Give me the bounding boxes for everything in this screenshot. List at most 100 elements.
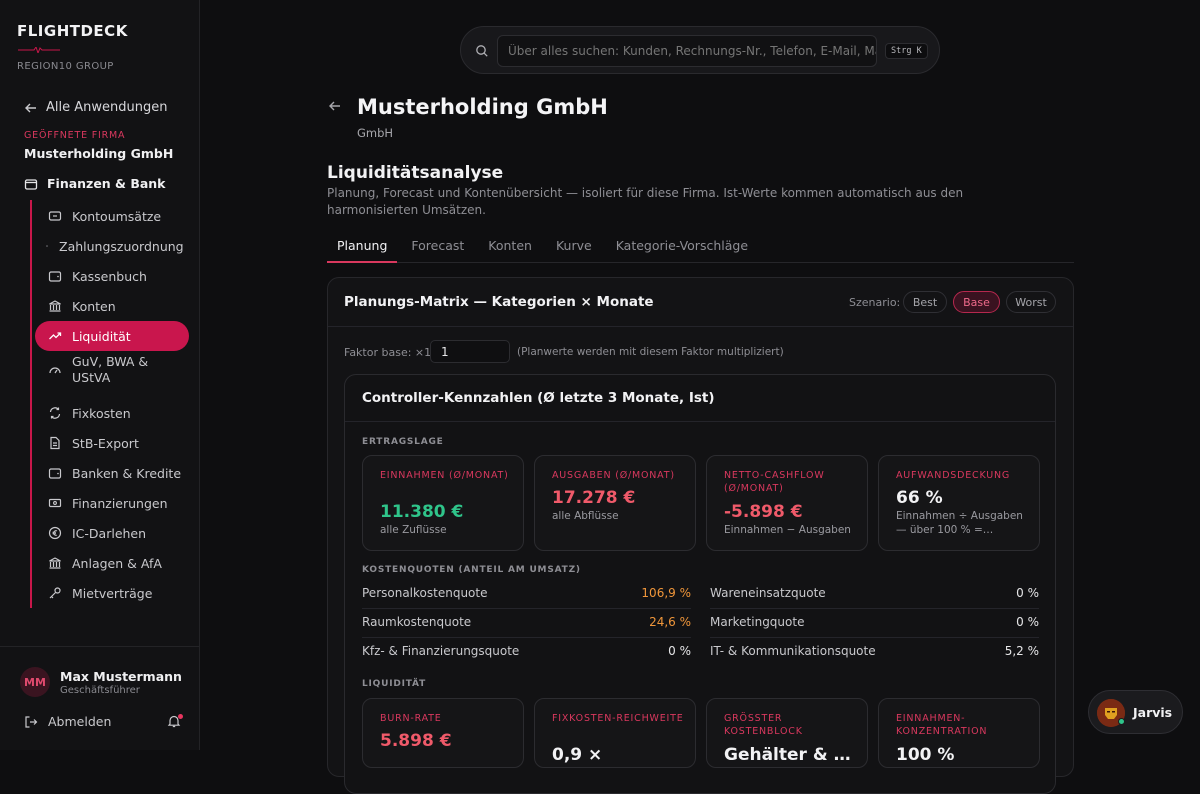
sidebar-item-label: IC-Darlehen (72, 525, 147, 541)
search-shortcut-badge: Strg K (885, 43, 928, 59)
kpi-label: EINNAHMEN-KONZENTRATION (896, 713, 988, 737)
logout-label: Abmelden (48, 714, 112, 729)
ratio-label: Kfz- & Finanzierungsquote (362, 644, 520, 658)
tab-bar: Planung Forecast Konten Kurve Kategorie-… (327, 231, 1074, 263)
open-company-name: Musterholding GmbH (24, 146, 174, 161)
sidebar-item-label: Liquidität (72, 328, 131, 344)
assistant-button[interactable]: Jarvis (1088, 690, 1183, 734)
sidebar-item-ic-darlehen[interactable]: IC-Darlehen (35, 518, 189, 548)
logout-icon (24, 715, 38, 729)
online-status-dot (1118, 718, 1125, 725)
scenario-base-button[interactable]: Base (953, 291, 1000, 313)
sidebar-item-label: Kassenbuch (72, 268, 147, 284)
ratio-label: Wareneinsatzquote (710, 586, 826, 600)
assistant-name: Jarvis (1133, 705, 1173, 720)
kpi-value: 17.278 € (552, 488, 636, 508)
kpi-value: 100 % (896, 745, 955, 765)
key-icon (48, 586, 62, 600)
tab-konten[interactable]: Konten (478, 231, 542, 263)
logout-button[interactable]: Abmelden (24, 714, 111, 729)
kpi-label: BURN-RATE (380, 713, 442, 724)
page-title: Musterholding GmbH (357, 95, 608, 119)
sidebar-item-kassenbuch[interactable]: Kassenbuch (35, 261, 189, 291)
factor-input[interactable] (430, 340, 510, 363)
kpi-card-fixkosten-reichweite: FIXKOSTEN-REICHWEITE 0,9 × (534, 698, 696, 768)
sidebar-item-label: Fixkosten (72, 405, 131, 421)
ratio-row: Raumkostenquote 24,6 % (362, 609, 691, 638)
trend-up-icon (48, 329, 62, 343)
search-icon (475, 44, 489, 58)
sidebar-item-fixkosten[interactable]: Fixkosten (35, 398, 189, 428)
kpi-value: Gehälter & … (724, 745, 851, 765)
banknote-icon (48, 496, 62, 510)
ratio-label: Marketingquote (710, 615, 805, 629)
kpi-label: AUSGABEN (Ø/MONAT) (552, 470, 675, 481)
wallet-icon (24, 177, 38, 191)
ratio-row: Kfz- & Finanzierungsquote 0 % (362, 638, 691, 667)
sidebar-item-label: Kontoumsätze (72, 208, 162, 224)
kostenquoten-label: KOSTENQUOTEN (ANTEIL AM UMSATZ) (362, 565, 581, 575)
tab-kategorie-vorschlaege[interactable]: Kategorie-Vorschläge (606, 231, 758, 263)
kpi-card-aufwandsdeckung: AUFWANDSDECKUNG 66 % Einnahmen ÷ Ausgabe… (878, 455, 1040, 551)
arrow-left-icon (24, 101, 38, 115)
tab-kurve[interactable]: Kurve (546, 231, 602, 263)
sidebar-item-guv[interactable]: GuV, BWA & UStVA (35, 352, 189, 388)
user-panel: MM Max Mustermann Geschäftsführer Abmeld… (0, 646, 200, 750)
sidebar-item-konten[interactable]: Konten (35, 291, 189, 321)
kpi-note: alle Zuflüsse (380, 524, 447, 536)
sidebar-item-zahlungszuordnung[interactable]: Zahlungszuordnung (35, 231, 189, 261)
ratio-value: 0 % (668, 644, 691, 658)
ratio-value: 0 % (1016, 615, 1039, 629)
sidebar-item-label: Banken & Kredite (72, 465, 182, 481)
sidebar: FLIGHTDECK REGION10 GROUP Alle Anwendung… (0, 0, 200, 750)
sidebar-item-finanzierungen[interactable]: Finanzierungen (35, 488, 189, 518)
sidebar-item-stb-export[interactable]: StB-Export (35, 428, 189, 458)
sidebar-item-label: Anlagen & AfA (72, 555, 162, 571)
ratio-label: Raumkostenquote (362, 615, 472, 629)
bank-card-icon (48, 209, 62, 223)
notification-dot (178, 714, 183, 719)
scenario-label: Szenario: (849, 296, 901, 309)
back-arrow-icon[interactable] (328, 99, 342, 113)
nav-rail (30, 200, 32, 608)
ratio-row: IT- & Kommunikationsquote 5,2 % (710, 638, 1039, 667)
sidebar-item-anlagen-afa[interactable]: Anlagen & AfA (35, 548, 189, 578)
kpi-note: Einnahmen ÷ Ausgaben — über 100 % =… (896, 510, 1023, 536)
controller-title: Controller-Kennzahlen (Ø letzte 3 Monate… (362, 390, 715, 406)
search-input[interactable] (497, 35, 877, 67)
kpi-card-burn-rate: BURN-RATE 5.898 € (362, 698, 524, 768)
sidebar-item-mietvertraege[interactable]: Mietverträge (35, 578, 189, 608)
card-title: Planungs-Matrix — Kategorien × Monate (344, 294, 654, 310)
section-description: Planung, Forecast und Kontenübersicht — … (327, 186, 964, 217)
repeat-icon (48, 406, 62, 420)
avatar[interactable]: MM (20, 667, 50, 697)
tab-planung[interactable]: Planung (327, 231, 398, 263)
euro-icon (48, 526, 62, 540)
sidebar-item-liquiditaet[interactable]: Liquidität (35, 321, 189, 351)
kpi-value: 0,9 × (552, 745, 603, 765)
ratio-row: Wareneinsatzquote 0 % (710, 580, 1039, 609)
card-header: Planungs-Matrix — Kategorien × Monate Sz… (328, 278, 1073, 327)
gauge-icon (48, 363, 62, 377)
tab-forecast[interactable]: Forecast (401, 231, 474, 263)
sidebar-item-banken-kredite[interactable]: Banken & Kredite (35, 458, 189, 488)
kpi-label: NETTO-CASHFLOW (Ø/MONAT) (724, 470, 825, 494)
sidebar-item-label: Zahlungszuordnung (59, 238, 184, 254)
sidebar-item-label: GuV, BWA & UStVA (72, 354, 149, 385)
section-title: Liquiditätsanalyse (327, 163, 504, 183)
kpi-label: FIXKOSTEN-REICHWEITE (552, 713, 684, 724)
kpi-card-netto-cashflow: NETTO-CASHFLOW (Ø/MONAT) -5.898 € Einnah… (706, 455, 868, 551)
sidebar-item-kontoumsaetze[interactable]: Kontoumsätze (35, 201, 189, 231)
factor-label: Faktor base: ×1 (344, 346, 432, 359)
scenario-worst-button[interactable]: Worst (1006, 291, 1056, 313)
kpi-value: 5.898 € (380, 731, 452, 751)
kpi-label: GRÖSSTER KOSTENBLOCK (724, 713, 803, 737)
building-icon (48, 556, 62, 570)
user-role: Geschäftsführer (60, 685, 140, 696)
ratio-value: 106,9 % (641, 586, 691, 600)
scenario-best-button[interactable]: Best (903, 291, 947, 313)
page-subtitle: GmbH (357, 126, 394, 140)
all-apps-link[interactable]: Alle Anwendungen (24, 100, 167, 115)
ratio-value: 24,6 % (649, 615, 691, 629)
sidebar-section-finance[interactable]: Finanzen & Bank (24, 176, 166, 191)
